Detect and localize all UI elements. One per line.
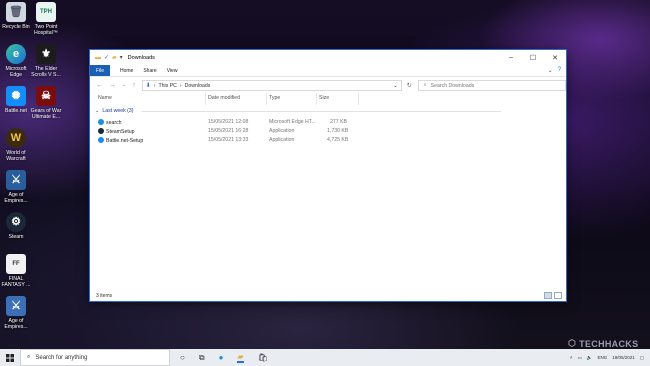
check-icon[interactable]: ✓ (104, 54, 109, 61)
chevron-down-icon: ⌄ (95, 108, 100, 114)
breadcrumb-downloads[interactable]: Downloads (185, 83, 211, 89)
language-indicator[interactable]: ENG (597, 355, 607, 360)
file-row[interactable]: Battle.net-Setup 15/05/2021 13:33 Applic… (90, 136, 566, 145)
edge-taskbar-icon[interactable]: ● (219, 353, 224, 362)
clock-date: 19/05/2021 (612, 355, 635, 360)
help-icon[interactable]: ? (558, 67, 561, 74)
network-icon[interactable]: ▭ (578, 355, 582, 361)
two-point-hospital-icon: TPH (36, 2, 56, 22)
address-bar-row: ← → ⌄ ↑ ⬇ › This PC › Downloads ⌄ ↻ ⌕ Se… (90, 77, 566, 94)
desktop-icon-battle-net[interactable]: ✺ Battle.net (0, 86, 32, 114)
final-fantasy-icon: FF (6, 254, 26, 274)
folder-icon: ▬ (95, 54, 101, 61)
techhacks-logo-icon: ⬡ (568, 338, 577, 348)
taskbar-search-input[interactable]: Search for anything (35, 355, 87, 361)
forward-arrow-icon[interactable]: → (109, 82, 116, 89)
taskbar-search[interactable]: ⌕ Search for anything (20, 349, 170, 366)
edge-file-icon (98, 119, 104, 125)
desktop-icon-age-of-empires-2[interactable]: ⚔ Age of Empires... (0, 296, 32, 330)
breadcrumb-separator-icon: › (153, 82, 156, 89)
chevron-down-icon[interactable]: ⌄ (548, 67, 553, 74)
battle-net-file-icon (98, 137, 104, 143)
volume-icon[interactable]: 🔈 (587, 355, 593, 361)
back-arrow-icon[interactable]: ← (96, 82, 103, 89)
maximize-button[interactable]: ☐ (522, 54, 544, 62)
search-icon: ⌕ (27, 354, 31, 360)
address-bar[interactable]: ⬇ › This PC › Downloads ⌄ (141, 80, 402, 91)
search-box[interactable]: ⌕ Search Downloads (417, 80, 566, 91)
clock[interactable]: 19/05/2021 (612, 355, 635, 360)
desktop-icon-world-of-warcraft[interactable]: W World of Warcraft (0, 128, 32, 162)
refresh-icon[interactable]: ↻ (407, 82, 412, 89)
file-explorer-taskbar-icon[interactable]: ▰ (237, 352, 244, 363)
explorer-window[interactable]: ▬ ✓ ▰ ▾ Downloads – ☐ ✕ File Home Share … (89, 49, 567, 302)
file-row[interactable]: search 15/05/2021 12:08 Microsoft Edge H… (90, 118, 566, 127)
quick-access-toolbar: ▬ ✓ ▰ ▾ (95, 54, 123, 62)
ribbon-tabs: File Home Share View ⌄ ? (90, 65, 566, 77)
column-headers: Name Date modified Type Size (90, 93, 566, 105)
task-view-icon[interactable]: ⧉ (199, 353, 205, 363)
large-icons-view-icon[interactable] (554, 292, 562, 299)
close-button[interactable]: ✕ (544, 54, 566, 62)
steam-icon: ⚙ (6, 212, 26, 232)
age-of-empires-icon: ⚔ (6, 296, 26, 316)
steam-file-icon (98, 128, 104, 134)
search-input[interactable]: Search Downloads (431, 83, 475, 89)
column-type[interactable]: Type (269, 95, 280, 101)
desktop-icon-elder-scrolls[interactable]: ⚜ The Elder Scrolls V S... (30, 44, 62, 78)
windows-icon (6, 353, 14, 362)
breadcrumb-this-pc[interactable]: This PC (158, 83, 176, 89)
search-icon: ⌕ (423, 82, 427, 88)
tab-view[interactable]: View (167, 68, 178, 74)
status-item-count: 3 items (96, 293, 113, 299)
title-bar[interactable]: ▬ ✓ ▰ ▾ Downloads – ☐ ✕ (90, 50, 566, 65)
desktop-icon-gears-of-war[interactable]: ☠ Gears of War Ultimate E... (30, 86, 62, 120)
up-arrow-icon[interactable]: ↑ (132, 82, 136, 89)
desktop-icon-microsoft-edge[interactable]: e Microsoft Edge (0, 44, 32, 78)
system-tray: ˄ ▭ 🔈 ENG 19/05/2021 ▢ (570, 355, 644, 361)
desktop-icon-age-of-empires-1[interactable]: ⚔ Age of Empires... (0, 170, 32, 204)
column-date-modified[interactable]: Date modified (208, 95, 240, 101)
chevron-down-icon[interactable]: ⌄ (393, 83, 397, 89)
edge-icon: e (6, 44, 26, 64)
gears-of-war-icon: ☠ (36, 86, 56, 106)
folder-icon[interactable]: ▰ (112, 54, 117, 61)
desktop-icon-steam[interactable]: ⚙ Steam (0, 212, 32, 240)
skyrim-icon: ⚜ (36, 44, 56, 64)
desktop-icon-recycle-bin[interactable]: 🗑 Recycle Bin (0, 2, 32, 30)
recycle-bin-icon: 🗑 (6, 2, 26, 22)
tab-share[interactable]: Share (143, 68, 156, 74)
minimize-button[interactable]: – (500, 54, 522, 62)
chevron-up-icon[interactable]: ˄ (570, 355, 573, 360)
cortana-icon[interactable]: ○ (180, 353, 185, 362)
taskbar: ⌕ Search for anything ○ ⧉ ● ▰ 🛍 ˄ ▭ 🔈 EN… (0, 349, 650, 366)
notification-icon[interactable]: ▢ (640, 355, 644, 361)
wow-icon: W (6, 128, 26, 148)
breadcrumb-separator-icon: › (179, 82, 182, 89)
file-row[interactable]: SteamSetup 15/05/2021 16:28 Application … (90, 127, 566, 136)
chevron-down-icon[interactable]: ⌄ (122, 82, 126, 89)
details-view-icon[interactable] (544, 292, 552, 299)
start-button[interactable] (0, 353, 20, 362)
desktop-icon-final-fantasy[interactable]: FF FINAL FANTASY ... (0, 254, 32, 288)
tab-home[interactable]: Home (120, 68, 133, 74)
age-of-empires-icon: ⚔ (6, 170, 26, 190)
group-header[interactable]: ⌄ Last week (3) (95, 108, 501, 114)
window-title: Downloads (127, 54, 155, 61)
view-switcher (544, 292, 562, 299)
techhacks-watermark: ⬡ TECHHACKS (568, 338, 639, 349)
store-taskbar-icon[interactable]: 🛍 (258, 353, 268, 362)
battle-net-icon: ✺ (6, 86, 26, 106)
chevron-down-icon[interactable]: ▾ (120, 54, 123, 61)
column-size[interactable]: Size (319, 95, 329, 101)
tab-file[interactable]: File (90, 65, 110, 76)
download-icon: ⬇ (145, 83, 151, 89)
column-name[interactable]: Name (98, 95, 112, 101)
desktop-icon-two-point-hospital[interactable]: TPH Two Point Hospital™ (30, 2, 62, 36)
